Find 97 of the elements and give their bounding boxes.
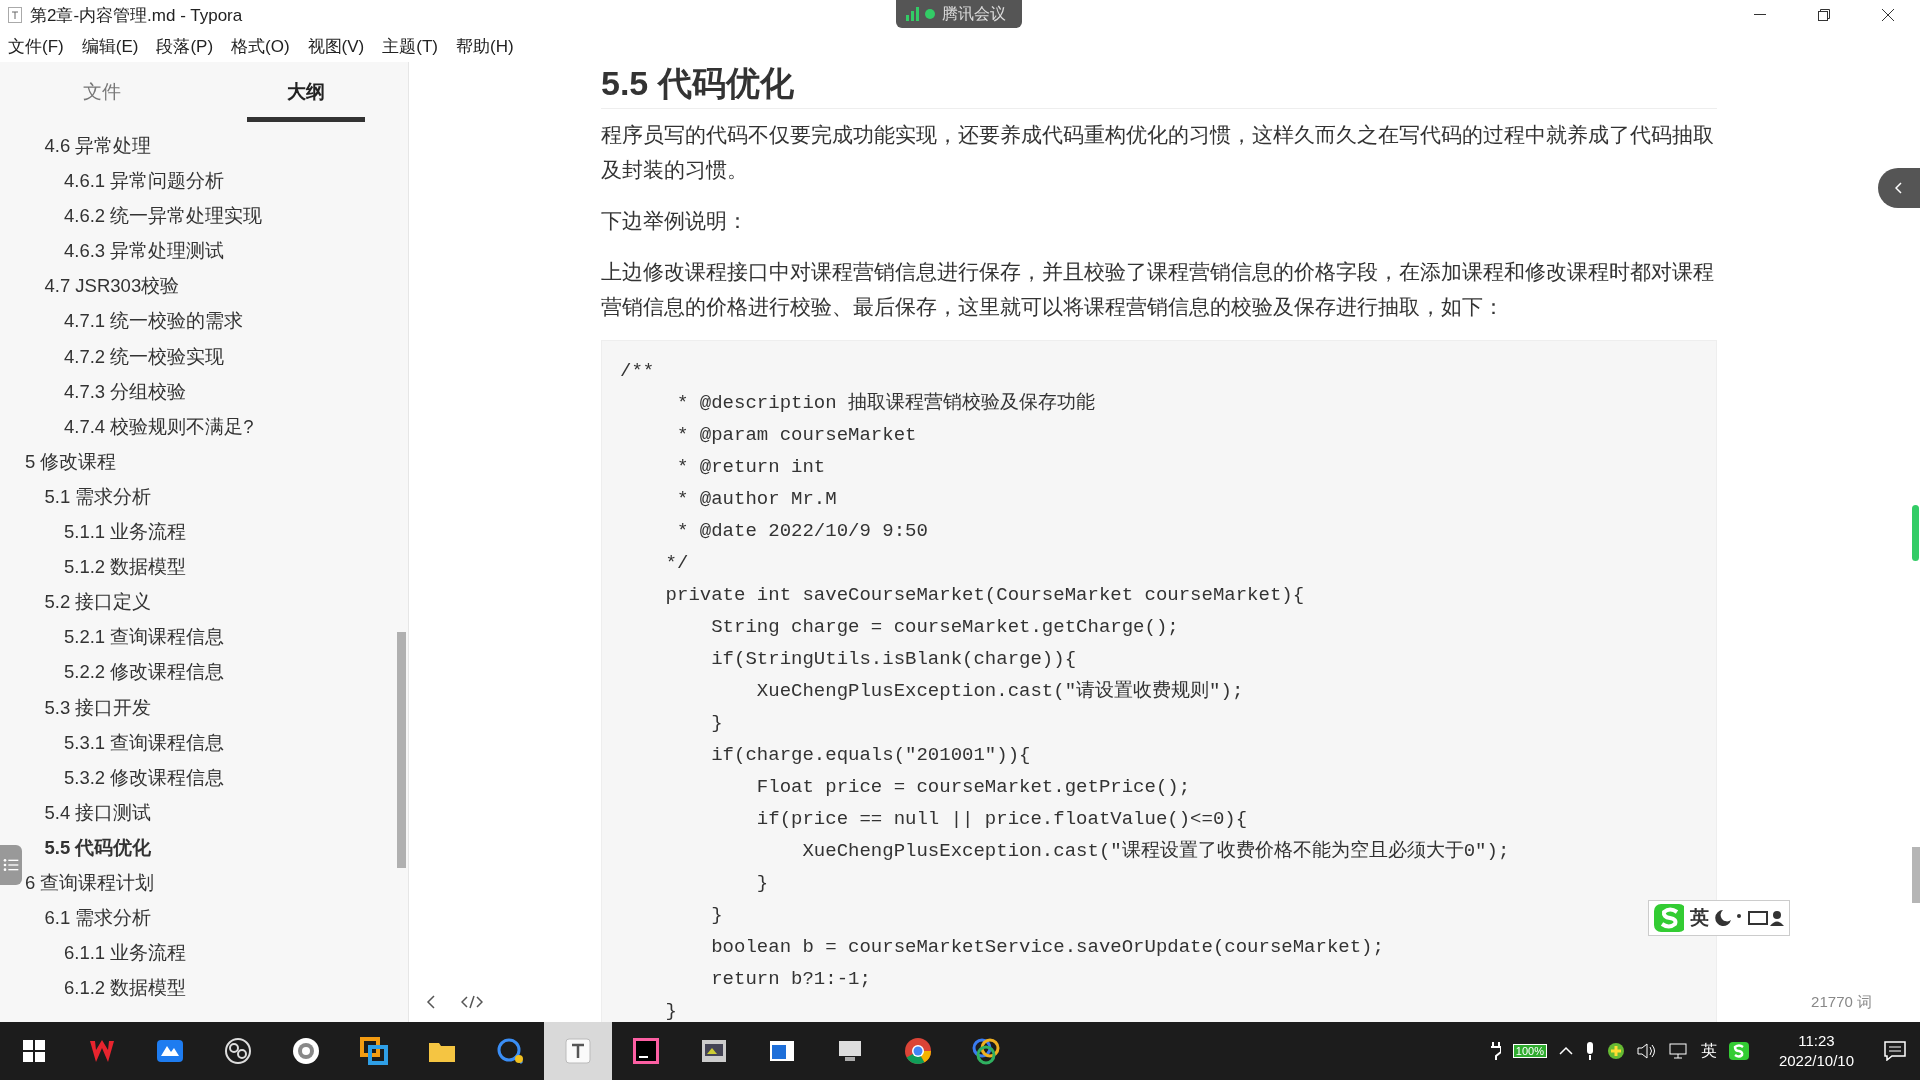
outline-item[interactable]: 4.6.2 统一异常处理实现 bbox=[64, 198, 263, 234]
close-icon bbox=[1881, 8, 1895, 22]
scrollbar-thumb[interactable] bbox=[1912, 847, 1920, 903]
outline-item[interactable]: 5 修改课程 bbox=[25, 443, 117, 479]
outline-item[interactable]: 5.1 需求分析 bbox=[44, 478, 152, 515]
code-line: */ bbox=[664, 551, 689, 576]
outline-item[interactable]: 4.6.1 异常问题分析 bbox=[64, 163, 225, 199]
restore-icon bbox=[1818, 9, 1830, 21]
outline-item[interactable]: 5.2.1 查询课程信息 bbox=[64, 619, 225, 655]
outline-item[interactable]: 5.1.1 业务流程 bbox=[64, 514, 187, 550]
menu-item[interactable]: 文件(F) bbox=[4, 34, 68, 58]
outline-item[interactable]: 5.3.2 修改课程信息 bbox=[64, 759, 225, 795]
code-line: * @date 2022/10/9 9:50 bbox=[676, 519, 928, 544]
outline-item[interactable]: 5.4 接口测试 bbox=[44, 794, 152, 830]
notification-icon[interactable] bbox=[1884, 1041, 1906, 1061]
clock[interactable]: 11:23 2022/10/10 bbox=[1778, 1031, 1854, 1071]
network-icon[interactable] bbox=[1668, 1043, 1689, 1059]
signal-icon bbox=[906, 7, 936, 21]
menu-item[interactable]: 段落(P) bbox=[152, 34, 218, 58]
code-line: /** bbox=[620, 359, 655, 384]
sidebar-tab[interactable]: 文件 bbox=[0, 62, 204, 122]
code-line: } bbox=[710, 903, 723, 928]
menu-item[interactable]: 主题(T) bbox=[378, 34, 442, 58]
outline-item[interactable]: 4.7.4 校验规则不满足? bbox=[64, 408, 254, 444]
meeting-badge[interactable]: 腾讯会议 bbox=[896, 0, 1022, 28]
outline-item[interactable]: 4.7.3 分组校验 bbox=[64, 373, 187, 409]
chevron-left-icon bbox=[426, 994, 436, 1010]
ring-icon bbox=[223, 1036, 253, 1066]
squares-icon bbox=[359, 1036, 389, 1066]
menu-item[interactable]: 编辑(E) bbox=[77, 34, 143, 58]
outline-item[interactable]: 6.1 需求分析 bbox=[44, 900, 152, 936]
plug-icon bbox=[1490, 1042, 1501, 1060]
idea-icon bbox=[631, 1036, 661, 1066]
code-icon bbox=[461, 995, 483, 1009]
window-title: 第2章-内容管理.md - Typora bbox=[30, 4, 243, 27]
menu-item[interactable]: 格式(O) bbox=[227, 34, 294, 58]
code-line: * @description 抽取课程营销校验及保存功能 bbox=[676, 391, 1096, 416]
code-line: * @author Mr.M bbox=[676, 487, 837, 512]
chevron-left-icon bbox=[1895, 182, 1903, 194]
code-line: * @param courseMarket bbox=[676, 423, 917, 448]
circles-icon bbox=[971, 1036, 1001, 1066]
outline-item[interactable]: 4.7.2 统一校验实现 bbox=[64, 338, 225, 374]
typora-icon bbox=[563, 1036, 593, 1066]
ime-mode[interactable]: 英 bbox=[1690, 905, 1710, 931]
section-heading: 5.5 代码优化 bbox=[601, 62, 1717, 109]
code-line: * @return int bbox=[676, 455, 826, 480]
battery-level: 100% bbox=[1512, 1044, 1547, 1058]
outline-item[interactable]: 5.3 接口开发 bbox=[44, 689, 152, 725]
menu-item[interactable]: 视图(V) bbox=[303, 34, 369, 58]
outline-item[interactable]: 6.1.2 数据模型 bbox=[64, 970, 187, 1006]
app-icon[interactable] bbox=[1606, 1042, 1625, 1060]
meeting-label: 腾讯会议 bbox=[942, 3, 1006, 24]
disc-icon bbox=[291, 1036, 321, 1066]
code-line: } bbox=[755, 871, 769, 896]
paragraph: 上边修改课程接口中对课程营销信息进行保存，并且校验了课程营销信息的价格字段，在添加课程和修改课程时都对课程营销信息的价格进行校验、最后保存，这里就可以将课程营销信息的校验及保存进行抽取，如下： bbox=[601, 259, 1715, 320]
typora-icon bbox=[8, 7, 22, 23]
microphone-icon[interactable] bbox=[1584, 1042, 1595, 1060]
ime-tools-icon bbox=[1715, 908, 1785, 928]
outline-item[interactable]: 4.6.3 异常处理测试 bbox=[64, 233, 225, 269]
code-line: } bbox=[710, 711, 723, 736]
sogou-logo-icon[interactable] bbox=[1728, 1041, 1749, 1061]
chrome-icon bbox=[903, 1036, 933, 1066]
outline-item[interactable]: 5.5 代码优化 bbox=[44, 829, 152, 865]
code-line: XueChengPlusException.cast("请设置收费规则"); bbox=[755, 679, 1244, 704]
outline-item[interactable]: 5.2.2 修改课程信息 bbox=[64, 654, 225, 690]
code-line: if(StringUtils.isBlank(charge)){ bbox=[710, 647, 1077, 672]
code-line: boolean b = courseMarketService.saveOrUpdate(courseMarket); bbox=[710, 935, 1384, 960]
code-line: Float price = courseMarket.getPrice(); bbox=[755, 775, 1191, 800]
minimize-icon bbox=[1754, 14, 1766, 16]
scrollbar-thumb[interactable] bbox=[397, 632, 406, 868]
outline-item[interactable]: 4.7.1 统一校验的需求 bbox=[64, 303, 244, 339]
outline-item[interactable]: 6.1.1 业务流程 bbox=[64, 935, 187, 971]
code-line: return b?1:-1; bbox=[710, 967, 871, 992]
speaker-icon[interactable] bbox=[1636, 1043, 1657, 1059]
caret-up-icon[interactable] bbox=[1558, 1046, 1573, 1056]
outline-item[interactable]: 5.1.2 数据模型 bbox=[64, 549, 187, 585]
code-line: String charge = courseMarket.getCharge(); bbox=[710, 615, 1179, 640]
outline-item[interactable]: 4.6 异常处理 bbox=[44, 128, 152, 164]
input-language[interactable]: 英 bbox=[1700, 1040, 1717, 1062]
paragraph: 程序员写的代码不仅要完成功能实现，还要养成代码重构优化的习惯，这样久而久之在写代码的过程中就养成了代码抽取及封装的习惯。 bbox=[601, 122, 1715, 183]
menu-item[interactable]: 帮助(H) bbox=[452, 34, 518, 58]
scrollbar-thumb[interactable] bbox=[1912, 505, 1919, 561]
outline-item[interactable]: 6 查询课程计划 bbox=[25, 864, 155, 901]
outline-item[interactable]: 5.3.1 查询课程信息 bbox=[64, 724, 225, 760]
outline-item[interactable]: 5.2 接口定义 bbox=[44, 584, 152, 620]
chat-icon bbox=[495, 1036, 525, 1066]
code-line: XueChengPlusException.cast("课程设置了收费价格不能为空且必须大于0"); bbox=[801, 839, 1510, 864]
code-line: private int saveCourseMarket(CourseMarket courseMarket){ bbox=[664, 583, 1305, 608]
sidebar-tab[interactable]: 大纲 bbox=[204, 62, 408, 122]
code-line: if(price == null || price.floatValue()<=0){ bbox=[755, 807, 1248, 832]
outline-toggle-button[interactable] bbox=[0, 845, 22, 885]
code-line: if(charge.equals("201001")){ bbox=[710, 743, 1031, 768]
outline-item[interactable]: 4.7 JSR303校验 bbox=[44, 268, 180, 304]
word-count: 21770 词 bbox=[1811, 993, 1872, 1012]
collapse-button[interactable] bbox=[1878, 168, 1920, 208]
paragraph: 下边举例说明： bbox=[601, 208, 749, 234]
code-line: } bbox=[664, 999, 677, 1022]
